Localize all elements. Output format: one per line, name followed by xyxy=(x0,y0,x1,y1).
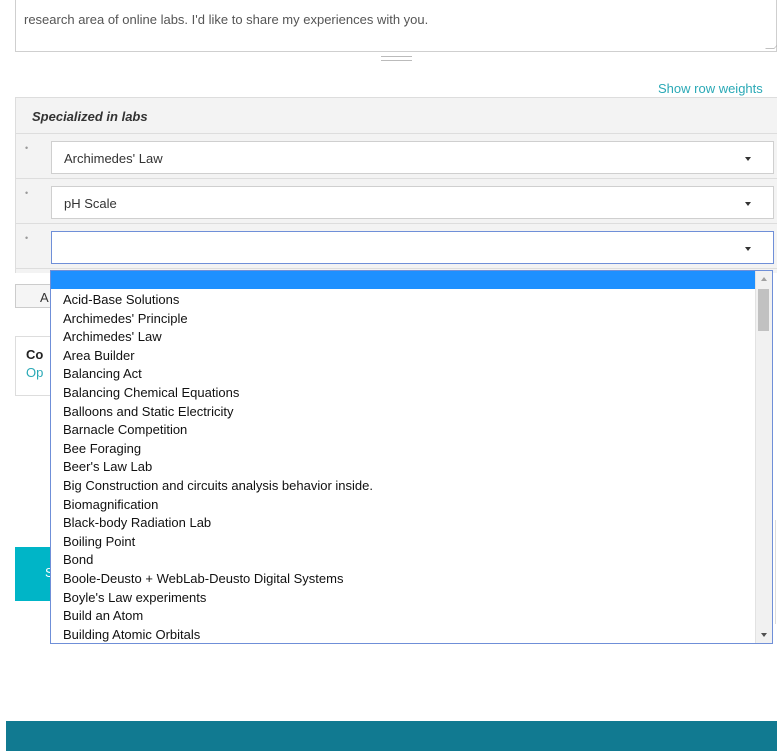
dropdown-option[interactable]: Boyle's Law experiments xyxy=(63,589,373,608)
dropdown-highlighted-option[interactable] xyxy=(51,271,755,289)
dropdown-option[interactable]: Bond xyxy=(63,551,373,570)
info-card: Co Op xyxy=(15,336,55,396)
drag-handle-icon[interactable] xyxy=(381,56,412,61)
dropdown-option[interactable]: Balloons and Static Electricity xyxy=(63,403,373,422)
dropdown-option[interactable]: Bee Foraging xyxy=(63,440,373,459)
dropdown-option[interactable]: Building Atomic Orbitals xyxy=(63,626,373,643)
dropdown-scrollbar[interactable] xyxy=(755,271,772,643)
table-row: • Archimedes' Law xyxy=(16,134,777,179)
submit-button[interactable]: S xyxy=(15,547,55,601)
footer-bar xyxy=(6,721,777,751)
labs-table-header: Specialized in labs xyxy=(16,98,777,134)
lab-dropdown-list[interactable]: Acid-Base Solutions Archimedes' Principle… xyxy=(50,270,773,644)
resize-grip-icon[interactable] xyxy=(765,40,777,49)
table-row: • xyxy=(16,224,777,269)
table-row: • pH Scale xyxy=(16,179,777,224)
dropdown-option[interactable]: Archimedes' Principle xyxy=(63,310,373,329)
divider xyxy=(775,520,776,624)
dropdown-option[interactable]: Big Construction and circuits analysis b… xyxy=(63,477,373,496)
dropdown-option[interactable]: Biomagnification xyxy=(63,496,373,515)
card-title: Co xyxy=(26,347,44,362)
labs-table-title: Specialized in labs xyxy=(32,109,148,124)
dropdown-option[interactable]: Area Builder xyxy=(63,347,373,366)
dropdown-option[interactable]: Black-body Radiation Lab xyxy=(63,514,373,533)
lab-select[interactable]: Archimedes' Law xyxy=(51,141,774,174)
card-link[interactable]: Op xyxy=(26,365,43,380)
dropdown-option[interactable]: Beer's Law Lab xyxy=(63,458,373,477)
dropdown-option[interactable]: Boiling Point xyxy=(63,533,373,552)
row-drag-icon[interactable]: • xyxy=(25,188,28,198)
dropdown-options: Acid-Base Solutions Archimedes' Principle… xyxy=(63,291,373,643)
lab-select-value: pH Scale xyxy=(64,196,117,211)
dropdown-option[interactable]: Archimedes' Law xyxy=(63,328,373,347)
dropdown-option[interactable]: Boole-Deusto + WebLab-Deusto Digital Sys… xyxy=(63,570,373,589)
labs-table: Specialized in labs • Archimedes' Law • … xyxy=(15,97,777,273)
dropdown-option[interactable]: Barnacle Competition xyxy=(63,421,373,440)
description-textarea[interactable]: research area of online labs. I'd like t… xyxy=(15,0,777,52)
show-row-weights-link[interactable]: Show row weights xyxy=(658,81,763,96)
description-text: research area of online labs. I'd like t… xyxy=(24,12,429,27)
lab-select-open[interactable] xyxy=(51,231,774,264)
scroll-down-icon[interactable] xyxy=(761,633,767,637)
dropdown-option[interactable]: Build an Atom xyxy=(63,607,373,626)
dropdown-option[interactable]: Balancing Act xyxy=(63,365,373,384)
row-drag-icon[interactable]: • xyxy=(25,143,28,153)
dropdown-option[interactable]: Balancing Chemical Equations xyxy=(63,384,373,403)
lab-select[interactable]: pH Scale xyxy=(51,186,774,219)
dropdown-option[interactable]: Acid-Base Solutions xyxy=(63,291,373,310)
chevron-down-icon xyxy=(745,247,751,251)
chevron-down-icon xyxy=(745,202,751,206)
lab-select-value: Archimedes' Law xyxy=(64,151,163,166)
chevron-down-icon xyxy=(745,157,751,161)
scroll-up-icon[interactable] xyxy=(761,277,767,281)
row-drag-icon[interactable]: • xyxy=(25,233,28,243)
add-button-label: A xyxy=(40,290,49,305)
scrollbar-thumb[interactable] xyxy=(758,289,769,331)
